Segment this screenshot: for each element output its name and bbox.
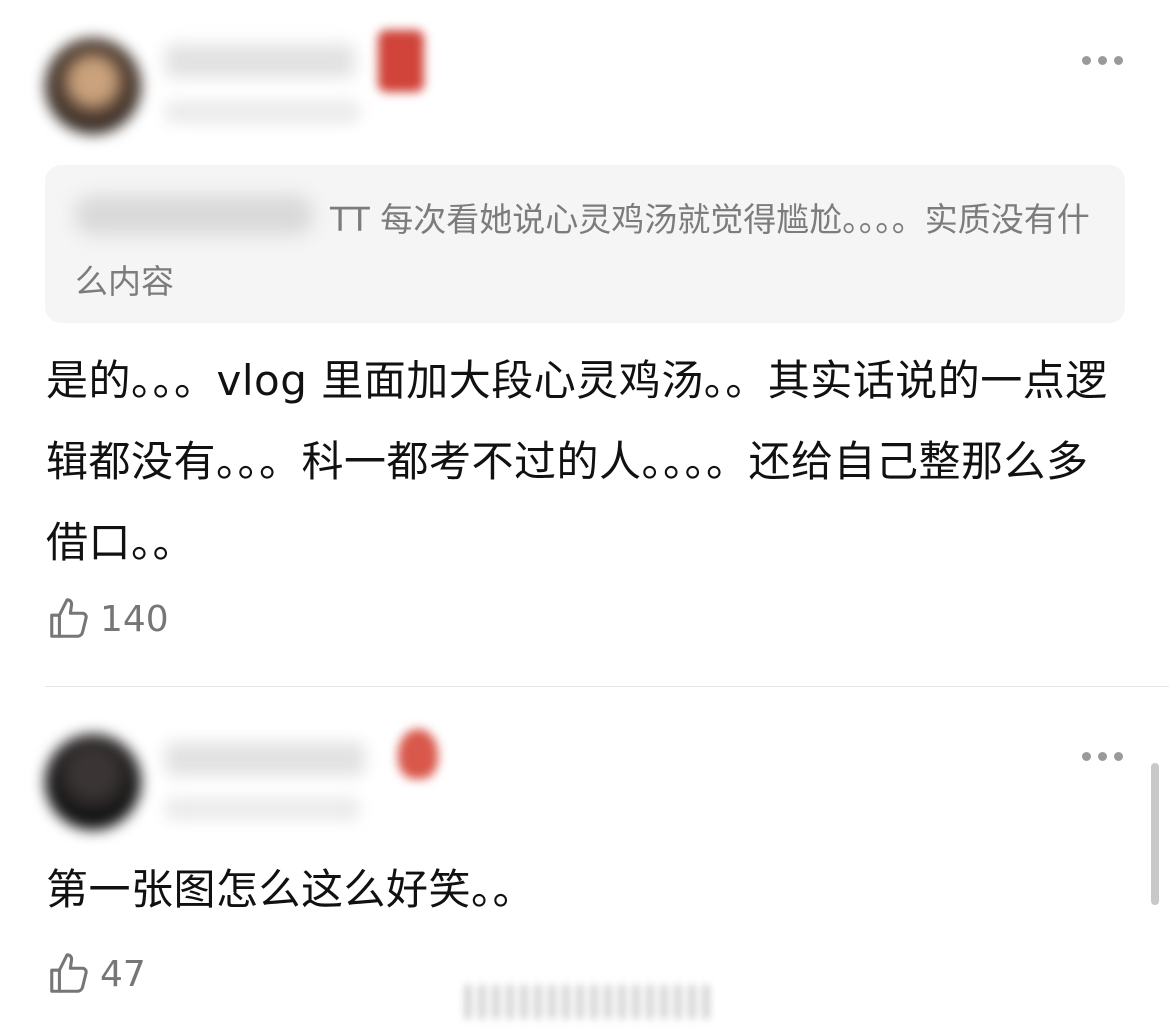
timestamp-blurred [165, 100, 360, 124]
avatar[interactable] [45, 734, 141, 830]
thumbs-up-icon [46, 596, 92, 642]
like-button[interactable]: 140 [46, 596, 169, 642]
badge-icon [378, 30, 424, 92]
username-blurred[interactable] [165, 44, 355, 78]
like-button[interactable]: 47 [46, 951, 146, 997]
quoted-text: TT 每次看她说心灵鸡汤就觉得尴尬。。。。实质没有什么内容 [75, 200, 1090, 301]
like-count: 47 [100, 953, 146, 995]
timestamp-blurred [165, 797, 360, 821]
like-count: 140 [100, 598, 169, 640]
comment-text: 第一张图怎么这么好笑。。 [46, 865, 536, 914]
more-dots-icon[interactable] [1082, 56, 1123, 65]
comment-item: TT 每次看她说心灵鸡汤就觉得尴尬。。。。实质没有什么内容 是的。。。vlog … [0, 0, 1169, 686]
badge-icon [398, 729, 438, 779]
comment-item: 第一张图怎么这么好笑。。 47 [0, 687, 1169, 1034]
comment-text: 是的。。。vlog 里面加大段心灵鸡汤。。其实话说的一点逻辑都没有。。。科一都考… [46, 356, 1108, 567]
username-blurred[interactable] [165, 742, 365, 776]
more-dots-icon[interactable] [1082, 752, 1123, 761]
avatar[interactable] [45, 38, 141, 134]
thumbs-up-icon [46, 951, 92, 997]
scrollbar[interactable] [1151, 763, 1159, 905]
quoted-reply[interactable]: TT 每次看她说心灵鸡汤就觉得尴尬。。。。实质没有什么内容 [45, 165, 1125, 323]
watermark-blurred [465, 985, 715, 1019]
